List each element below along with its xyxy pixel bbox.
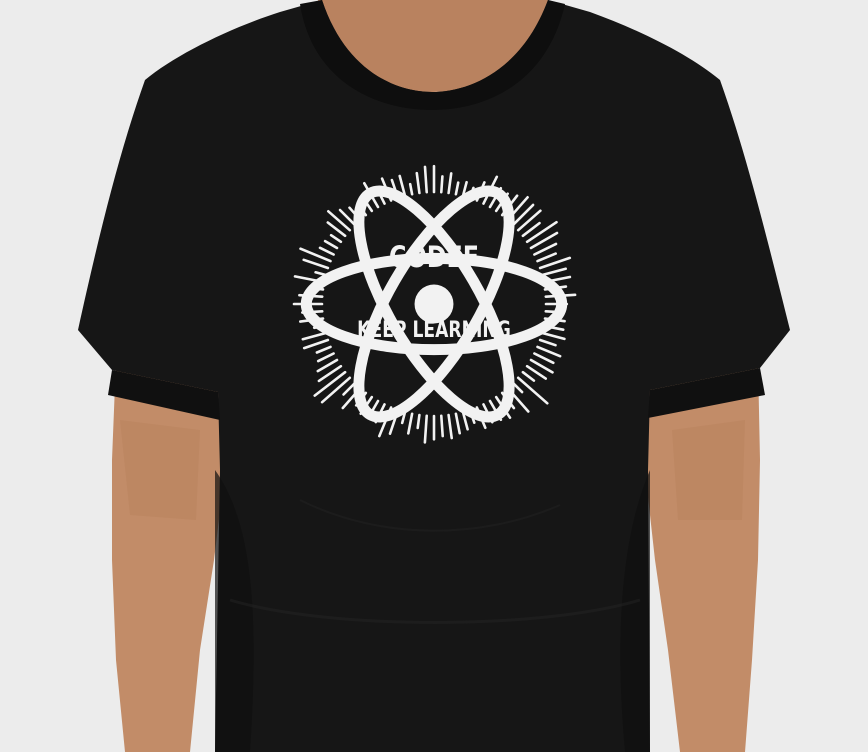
shirt-print: CODEF KEEP LEARNING	[288, 158, 580, 450]
product-photo: CODEF KEEP LEARNING	[0, 0, 868, 752]
slogan: KEEP LEARNING	[357, 318, 511, 343]
atom-icon	[300, 185, 568, 423]
